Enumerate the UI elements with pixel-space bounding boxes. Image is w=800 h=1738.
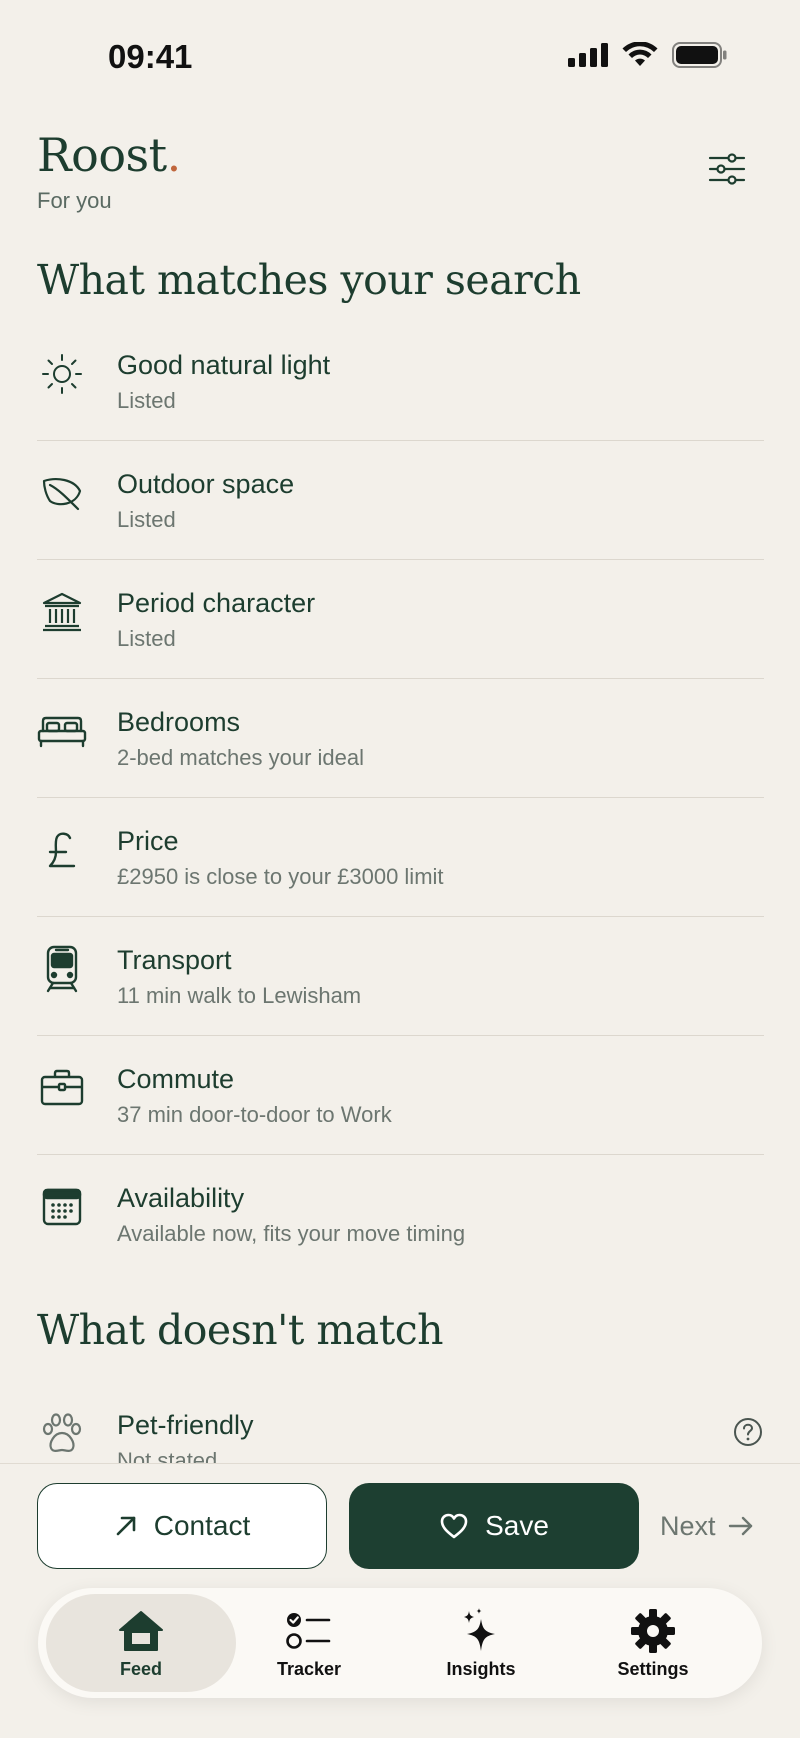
brand-dot: . [166, 128, 182, 182]
item-title: Outdoor space [117, 469, 295, 499]
item-detail: Listed [117, 507, 176, 532]
item-title: Bedrooms [117, 707, 241, 737]
item-title: Pet-friendly [117, 1410, 254, 1440]
item-detail: 2-bed matches your ideal [117, 745, 365, 770]
tab-label: Feed [119, 1658, 162, 1679]
item-title: Availability [117, 1183, 245, 1213]
item-detail: £2950 is close to your £3000 limit [117, 864, 444, 889]
checklist-icon [285, 1607, 333, 1655]
item-detail: Listed [117, 388, 176, 413]
home-icon [117, 1607, 165, 1655]
list-item: Good natural light Listed [37, 322, 764, 441]
tab-feed[interactable]: Feed [46, 1594, 236, 1692]
item-title: Good natural light [117, 350, 331, 380]
heart-icon [440, 1513, 468, 1539]
status-time: 09:41 [108, 38, 193, 75]
list-item: Price £2950 is close to your £3000 limit [37, 798, 764, 917]
leaf-icon [37, 468, 87, 518]
tab-insights[interactable]: Insights [386, 1594, 576, 1692]
save-label: Save [485, 1510, 549, 1541]
item-title: Transport [117, 945, 232, 975]
next-label: Next [660, 1510, 716, 1541]
bed-icon [37, 706, 87, 756]
item-detail: 11 min walk to Lewisham [117, 983, 362, 1008]
property-detail-screen: 09:41 Roost. For you What matches your s… [0, 0, 800, 1738]
brand-logo: Roost. [37, 128, 181, 182]
mismatch-list: Pet-friendly Not stated [37, 1382, 764, 1473]
list-item: Transport 11 min walk to Lewisham [37, 917, 764, 1036]
list-item: Outdoor space Listed [37, 441, 764, 560]
briefcase-icon [37, 1063, 87, 1113]
pound-icon [37, 825, 87, 875]
status-icons [568, 42, 728, 68]
filter-button[interactable] [700, 146, 754, 192]
paw-icon [37, 1409, 87, 1459]
list-item: Bedrooms 2-bed matches your ideal [37, 679, 764, 798]
list-item: Period character Listed [37, 560, 764, 679]
sliders-icon [708, 153, 746, 185]
tab-label: Insights [446, 1658, 516, 1679]
building-columns-icon [37, 587, 87, 637]
sun-icon [37, 349, 87, 399]
contact-label: Contact [153, 1510, 251, 1541]
mismatch-section-title: What doesn't match [37, 1306, 444, 1354]
tab-label: Settings [617, 1658, 689, 1679]
list-item: Pet-friendly Not stated [37, 1382, 764, 1473]
item-detail: Listed [117, 626, 176, 651]
wifi-icon [622, 42, 658, 66]
matches-section-title: What matches your search [37, 256, 581, 304]
tab-settings[interactable]: Settings [558, 1594, 748, 1692]
status-bar: 09:41 [0, 0, 800, 110]
help-icon[interactable] [732, 1416, 764, 1448]
item-detail: Available now, fits your move timing [117, 1221, 466, 1246]
contact-button[interactable]: Contact [37, 1483, 327, 1569]
next-button[interactable]: Next [660, 1504, 754, 1548]
tab-tracker[interactable]: Tracker [214, 1594, 404, 1692]
bottom-action-bar: Contact Save Next Feed Tracker Insights … [0, 1463, 800, 1738]
sparkle-icon [457, 1607, 505, 1655]
save-button[interactable]: Save [349, 1483, 639, 1569]
item-title: Period character [117, 588, 316, 618]
arrow-right-icon [728, 1516, 752, 1536]
page-subtitle: For you [37, 188, 112, 213]
gear-icon [629, 1607, 677, 1655]
signal-icon [568, 43, 608, 67]
list-item: Commute 37 min door-to-door to Work [37, 1036, 764, 1155]
battery-icon [672, 42, 727, 68]
train-icon [37, 944, 87, 994]
matches-list: Good natural light Listed Outdoor space … [37, 322, 764, 1274]
item-title: Commute [117, 1064, 235, 1094]
item-title: Price [117, 826, 179, 856]
tab-label: Tracker [276, 1658, 342, 1679]
tab-bar: Feed Tracker Insights Settings [38, 1588, 762, 1698]
calendar-icon [37, 1182, 87, 1232]
list-item: Availability Available now, fits your mo… [37, 1155, 764, 1274]
arrow-up-right-icon [116, 1516, 136, 1536]
item-detail: 37 min door-to-door to Work [117, 1102, 392, 1127]
